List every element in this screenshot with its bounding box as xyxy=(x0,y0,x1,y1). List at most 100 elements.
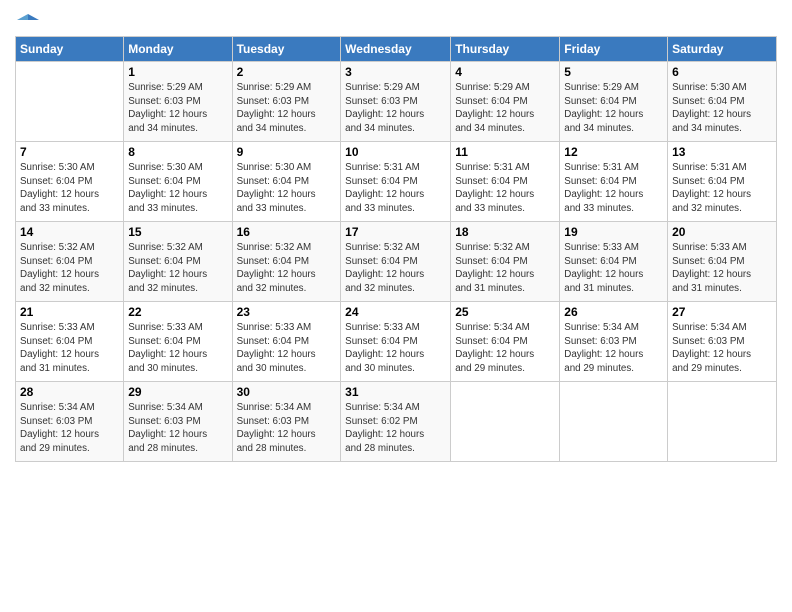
col-header-sunday: Sunday xyxy=(16,37,124,62)
day-info: Sunrise: 5:31 AM Sunset: 6:04 PM Dayligh… xyxy=(345,161,446,216)
table-row: 30 Sunrise: 5:34 AM Sunset: 6:03 PM Dayli… xyxy=(232,382,341,462)
table-row: 27 Sunrise: 5:34 AM Sunset: 6:03 PM Dayli… xyxy=(668,302,777,382)
table-row: 20Sunrise: 5:33 AM Sunset: 6:04 PM Dayli… xyxy=(668,222,777,302)
day-number: 26 xyxy=(564,305,663,319)
day-info: Sunrise: 5:30 AM Sunset: 6:04 PM Dayligh… xyxy=(20,161,119,216)
day-info: Sunrise: 5:33 AM Sunset: 6:04 PM Dayligh… xyxy=(564,241,663,296)
col-header-friday: Friday xyxy=(560,37,668,62)
table-row: 4 Sunrise: 5:29 AM Sunset: 6:04 PM Daylig… xyxy=(451,62,560,142)
table-row: 12 Sunrise: 5:31 AM Sunset: 6:04 PM Dayli… xyxy=(560,142,668,222)
day-info: Sunrise: 5:34 AM Sunset: 6:02 PM Dayligh… xyxy=(345,401,446,456)
col-header-wednesday: Wednesday xyxy=(341,37,451,62)
day-number: 3 xyxy=(345,65,446,79)
day-number: 4 xyxy=(455,65,555,79)
page-header xyxy=(15,10,777,28)
table-row: 6 Sunrise: 5:30 AM Sunset: 6:04 PM Daylig… xyxy=(668,62,777,142)
table-row: 5 Sunrise: 5:29 AM Sunset: 6:04 PM Daylig… xyxy=(560,62,668,142)
day-number: 31 xyxy=(345,385,446,399)
day-number: 11 xyxy=(455,145,555,159)
day-info: Sunrise: 5:33 AM Sunset: 6:04 PM Dayligh… xyxy=(237,321,337,376)
table-row xyxy=(560,382,668,462)
day-number: 25 xyxy=(455,305,555,319)
day-number: 19 xyxy=(564,225,663,239)
day-info: Sunrise: 5:31 AM Sunset: 6:04 PM Dayligh… xyxy=(672,161,772,216)
day-number: 21 xyxy=(20,305,119,319)
day-info: Sunrise: 5:29 AM Sunset: 6:03 PM Dayligh… xyxy=(128,81,227,136)
col-header-saturday: Saturday xyxy=(668,37,777,62)
day-info: Sunrise: 5:33 AM Sunset: 6:04 PM Dayligh… xyxy=(20,321,119,376)
day-info: Sunrise: 5:34 AM Sunset: 6:04 PM Dayligh… xyxy=(455,321,555,376)
day-number: 29 xyxy=(128,385,227,399)
day-info: Sunrise: 5:30 AM Sunset: 6:04 PM Dayligh… xyxy=(237,161,337,216)
day-info: Sunrise: 5:32 AM Sunset: 6:04 PM Dayligh… xyxy=(345,241,446,296)
col-header-thursday: Thursday xyxy=(451,37,560,62)
table-row: 19 Sunrise: 5:33 AM Sunset: 6:04 PM Dayli… xyxy=(560,222,668,302)
day-number: 15 xyxy=(128,225,227,239)
table-row: 10 Sunrise: 5:31 AM Sunset: 6:04 PM Dayli… xyxy=(341,142,451,222)
table-row: 1Sunrise: 5:29 AM Sunset: 6:03 PM Daylig… xyxy=(124,62,232,142)
day-info: Sunrise: 5:34 AM Sunset: 6:03 PM Dayligh… xyxy=(237,401,337,456)
table-row xyxy=(451,382,560,462)
table-row: 24 Sunrise: 5:33 AM Sunset: 6:04 PM Dayli… xyxy=(341,302,451,382)
table-row: 2Sunrise: 5:29 AM Sunset: 6:03 PM Daylig… xyxy=(232,62,341,142)
day-info: Sunrise: 5:34 AM Sunset: 6:03 PM Dayligh… xyxy=(672,321,772,376)
day-number: 16 xyxy=(237,225,337,239)
day-info: Sunrise: 5:33 AM Sunset: 6:04 PM Dayligh… xyxy=(672,241,772,296)
day-info: Sunrise: 5:33 AM Sunset: 6:04 PM Dayligh… xyxy=(128,321,227,376)
day-number: 12 xyxy=(564,145,663,159)
table-row: 28 Sunrise: 5:34 AM Sunset: 6:03 PM Dayli… xyxy=(16,382,124,462)
day-number: 6 xyxy=(672,65,772,79)
logo xyxy=(15,10,39,28)
day-info: Sunrise: 5:33 AM Sunset: 6:04 PM Dayligh… xyxy=(345,321,446,376)
table-row: 25 Sunrise: 5:34 AM Sunset: 6:04 PM Dayli… xyxy=(451,302,560,382)
day-number: 17 xyxy=(345,225,446,239)
day-info: Sunrise: 5:31 AM Sunset: 6:04 PM Dayligh… xyxy=(455,161,555,216)
table-row: 26 Sunrise: 5:34 AM Sunset: 6:03 PM Dayli… xyxy=(560,302,668,382)
day-number: 14 xyxy=(20,225,119,239)
table-row: 31 Sunrise: 5:34 AM Sunset: 6:02 PM Dayli… xyxy=(341,382,451,462)
table-row: 18 Sunrise: 5:32 AM Sunset: 6:04 PM Dayli… xyxy=(451,222,560,302)
table-row xyxy=(16,62,124,142)
day-number: 13 xyxy=(672,145,772,159)
day-info: Sunrise: 5:32 AM Sunset: 6:04 PM Dayligh… xyxy=(20,241,119,296)
table-row: 14 Sunrise: 5:32 AM Sunset: 6:04 PM Dayli… xyxy=(16,222,124,302)
table-row: 3 Sunrise: 5:29 AM Sunset: 6:03 PM Daylig… xyxy=(341,62,451,142)
table-row: 17 Sunrise: 5:32 AM Sunset: 6:04 PM Dayli… xyxy=(341,222,451,302)
day-info: Sunrise: 5:29 AM Sunset: 6:03 PM Dayligh… xyxy=(237,81,337,136)
day-number: 24 xyxy=(345,305,446,319)
table-row: 16 Sunrise: 5:32 AM Sunset: 6:04 PM Dayli… xyxy=(232,222,341,302)
table-row: 22 Sunrise: 5:33 AM Sunset: 6:04 PM Dayli… xyxy=(124,302,232,382)
calendar-table: SundayMondayTuesdayWednesdayThursdayFrid… xyxy=(15,36,777,462)
logo-bird-icon xyxy=(17,10,39,32)
day-info: Sunrise: 5:30 AM Sunset: 6:04 PM Dayligh… xyxy=(128,161,227,216)
day-info: Sunrise: 5:34 AM Sunset: 6:03 PM Dayligh… xyxy=(564,321,663,376)
day-number: 18 xyxy=(455,225,555,239)
day-info: Sunrise: 5:31 AM Sunset: 6:04 PM Dayligh… xyxy=(564,161,663,216)
table-row: 9 Sunrise: 5:30 AM Sunset: 6:04 PM Daylig… xyxy=(232,142,341,222)
table-row: 15Sunrise: 5:32 AM Sunset: 6:04 PM Dayli… xyxy=(124,222,232,302)
table-row: 29 Sunrise: 5:34 AM Sunset: 6:03 PM Dayli… xyxy=(124,382,232,462)
day-number: 23 xyxy=(237,305,337,319)
day-info: Sunrise: 5:30 AM Sunset: 6:04 PM Dayligh… xyxy=(672,81,772,136)
day-info: Sunrise: 5:32 AM Sunset: 6:04 PM Dayligh… xyxy=(455,241,555,296)
day-number: 28 xyxy=(20,385,119,399)
day-number: 9 xyxy=(237,145,337,159)
day-info: Sunrise: 5:29 AM Sunset: 6:04 PM Dayligh… xyxy=(564,81,663,136)
day-info: Sunrise: 5:29 AM Sunset: 6:03 PM Dayligh… xyxy=(345,81,446,136)
day-info: Sunrise: 5:32 AM Sunset: 6:04 PM Dayligh… xyxy=(237,241,337,296)
day-info: Sunrise: 5:34 AM Sunset: 6:03 PM Dayligh… xyxy=(20,401,119,456)
day-number: 10 xyxy=(345,145,446,159)
table-row: 13 Sunrise: 5:31 AM Sunset: 6:04 PM Dayli… xyxy=(668,142,777,222)
table-row: 8 Sunrise: 5:30 AM Sunset: 6:04 PM Daylig… xyxy=(124,142,232,222)
day-info: Sunrise: 5:34 AM Sunset: 6:03 PM Dayligh… xyxy=(128,401,227,456)
day-info: Sunrise: 5:29 AM Sunset: 6:04 PM Dayligh… xyxy=(455,81,555,136)
day-number: 27 xyxy=(672,305,772,319)
table-row: 21 Sunrise: 5:33 AM Sunset: 6:04 PM Dayli… xyxy=(16,302,124,382)
day-number: 22 xyxy=(128,305,227,319)
day-number: 5 xyxy=(564,65,663,79)
table-row: 7Sunrise: 5:30 AM Sunset: 6:04 PM Daylig… xyxy=(16,142,124,222)
day-number: 30 xyxy=(237,385,337,399)
day-number: 8 xyxy=(128,145,227,159)
table-row: 23 Sunrise: 5:33 AM Sunset: 6:04 PM Dayli… xyxy=(232,302,341,382)
col-header-monday: Monday xyxy=(124,37,232,62)
